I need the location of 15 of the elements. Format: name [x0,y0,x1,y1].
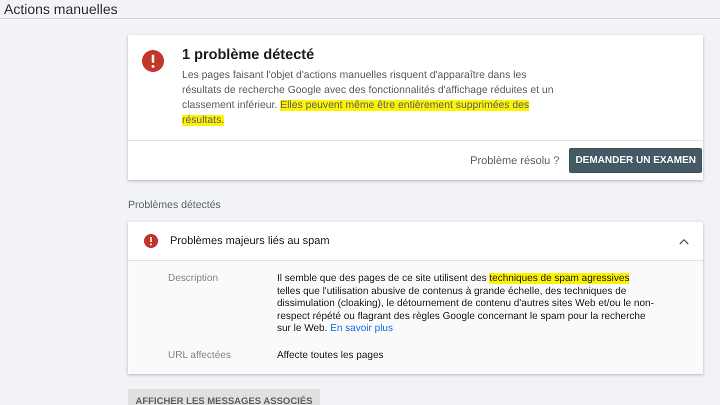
summary-title: 1 problème détecté [182,47,316,63]
error-icon [144,234,158,248]
request-review-button[interactable]: DEMANDER UN EXAMEN [569,148,702,173]
chevron-icon[interactable] [679,238,689,244]
show-messages-button[interactable]: AFFICHER LES MESSAGES ASSOCIÉS [128,389,320,405]
error-icon [142,50,164,72]
page-title: Actions manuelles [3,2,118,18]
resolved-question: Problème résolu ? [470,154,560,166]
field-label: URL affectées [168,350,232,362]
section-label: Problèmes détectés [128,199,222,211]
issue-title: Problèmes majeurs liés au spam [170,235,331,247]
learn-more-link[interactable]: En savoir plus [330,323,393,334]
summary-paragraph: Les pages faisant l'objet d'actions manuelles risquent d'apparaître dans les résultats de recherche Google avec des fonctionnalités d'affichage réduites et un classement inférieur. Elles peuvent même être entièrement supprimées des résultats. [182,69,554,128]
field-label: Description [168,273,220,286]
field-value: Affecte toutes les pages [277,350,385,362]
